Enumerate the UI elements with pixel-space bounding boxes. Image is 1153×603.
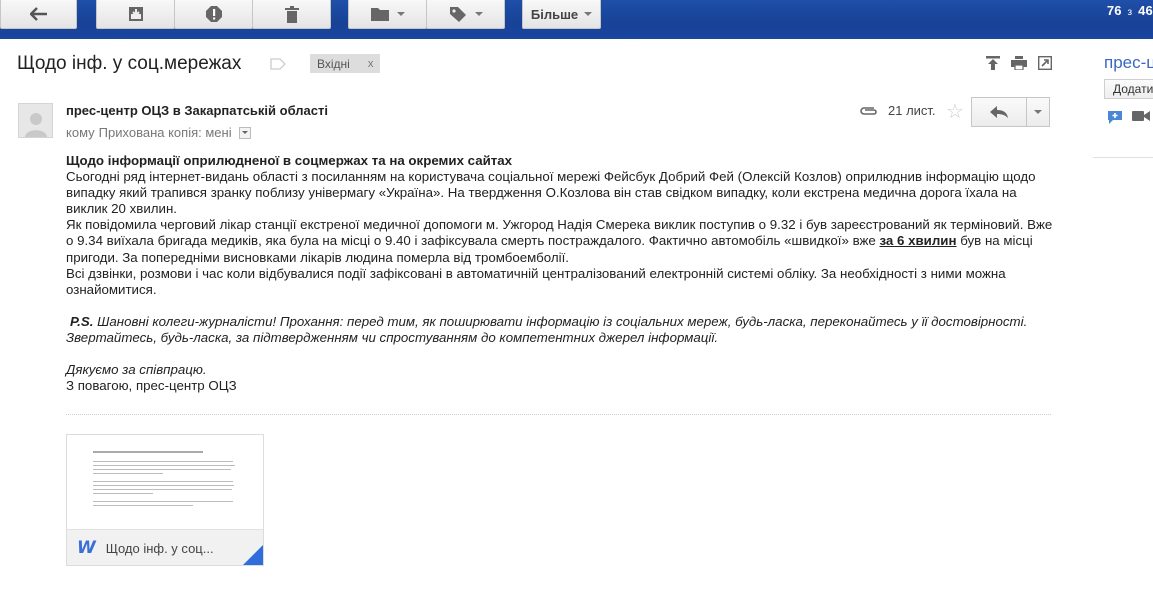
chevron-down-icon — [241, 131, 248, 134]
back-button[interactable] — [0, 0, 77, 29]
sender-name[interactable]: прес-центр ОЦЗ в Закарпатській області — [66, 103, 328, 118]
expand-all-button[interactable] — [985, 55, 1001, 71]
body-emphasis: за 6 хвилин — [879, 233, 957, 249]
page-fold-icon — [243, 545, 263, 565]
thread-subject: Щодо інф. у соц.мережах — [17, 53, 242, 74]
body-paragraph-2: Як повідомила черговий лікар станції екс… — [66, 217, 1056, 265]
add-contact-button[interactable]: Додати — [1104, 79, 1153, 99]
postscript-label: P.S. — [70, 313, 94, 329]
new-window-icon — [1038, 56, 1052, 70]
more-actions-label: Більше — [530, 6, 579, 22]
recipient-line: кому Прихована копія: мені — [66, 125, 251, 140]
message-body: Щодо інформації оприлюдненої в соцмержах… — [66, 153, 1056, 394]
report-spam-button[interactable] — [174, 0, 253, 29]
counter-from: 76 — [1106, 3, 1122, 18]
print-all-button[interactable] — [1011, 55, 1027, 71]
body-paragraph-3: Всі дзвінки, розмови і час коли відбувал… — [66, 265, 1006, 297]
attachment-footer: W Щодо інф. у соц... — [67, 529, 263, 565]
labels-button[interactable] — [426, 0, 505, 29]
attachment-name: Щодо інф. у соц... — [105, 540, 214, 556]
print-icon — [1011, 56, 1027, 70]
trash-icon — [284, 5, 299, 23]
report-spam-icon — [205, 6, 222, 22]
video-call-icon[interactable] — [1132, 110, 1150, 122]
chat-add-icon[interactable] — [1107, 110, 1123, 125]
label-chip-text: Вхідні — [317, 56, 350, 71]
chevron-down-icon — [474, 12, 483, 16]
chevron-down-icon — [396, 12, 405, 16]
back-arrow-icon — [29, 7, 47, 21]
label-tag-icon — [449, 7, 466, 22]
delete-button[interactable] — [252, 0, 331, 29]
top-toolbar: Більше 76 з 46 — [0, 0, 1153, 39]
attachments-divider — [66, 414, 1051, 415]
reply-button[interactable] — [971, 97, 1027, 127]
reply-icon — [990, 106, 1008, 118]
attachment-preview — [67, 435, 263, 529]
word-icon: W — [77, 538, 96, 558]
chevron-down-icon — [1034, 110, 1042, 114]
counter-sep: з — [1127, 7, 1133, 18]
attachment-card[interactable]: W Щодо інф. у соц... — [66, 434, 264, 566]
person-icon — [24, 113, 47, 137]
show-details-button[interactable] — [238, 126, 251, 139]
more-actions-button[interactable]: Більше — [522, 0, 601, 29]
label-chip-remove[interactable]: x — [368, 58, 374, 70]
recipient-value: Прихована копія: мені — [98, 125, 232, 140]
right-panel-divider — [1093, 157, 1153, 158]
archive-button[interactable] — [96, 0, 175, 29]
thread-actions — [985, 55, 1053, 71]
avatar[interactable] — [18, 103, 53, 138]
chevron-down-icon — [584, 12, 593, 16]
contact-name[interactable]: прес-ц — [1104, 53, 1153, 73]
move-to-button[interactable] — [348, 0, 427, 29]
label-chip-inbox[interactable]: Вхідні x — [310, 54, 381, 73]
star-icon[interactable]: ☆ — [946, 99, 964, 124]
recipient-prefix: кому — [66, 125, 95, 140]
body-postscript: P.S. Шановні колеги-журналісти! Прохання… — [66, 314, 1056, 346]
body-signature: З повагою, прес-центр ОЦЗ — [66, 378, 237, 394]
paperclip-icon — [859, 104, 879, 122]
message-date[interactable]: 21 лист. — [888, 103, 936, 118]
message-counter: 76 з 46 — [1107, 3, 1153, 18]
open-new-window-button[interactable] — [1037, 55, 1053, 71]
counter-total: 46 — [1138, 3, 1153, 18]
folder-icon — [370, 8, 389, 21]
more-message-actions-button[interactable] — [1026, 97, 1050, 127]
postscript-text: Шановні колеги-журналісти! Прохання: пер… — [66, 313, 1028, 345]
body-title: Щодо інформації оприлюдненої в соцмержах… — [66, 153, 513, 168]
body-paragraph-1: Сьогодні ряд інтернет-видань області з п… — [66, 169, 1036, 217]
contact-actions — [1107, 110, 1150, 125]
expand-all-icon — [986, 56, 1000, 70]
archive-icon — [128, 7, 143, 21]
body-thanks: Дякуємо за співпрацю. — [66, 362, 207, 378]
importance-marker-icon[interactable] — [270, 57, 286, 75]
